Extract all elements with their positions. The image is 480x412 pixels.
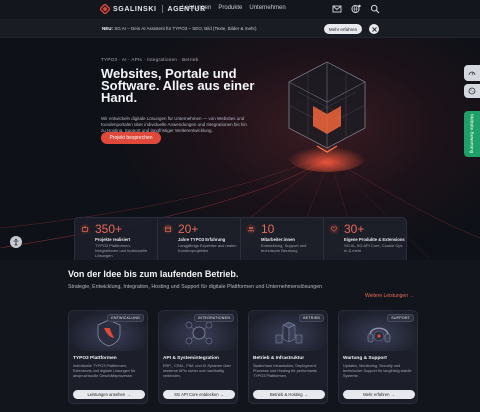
service-card-api[interactable]: INTEGRATIONEN API & Systemintegration ER… xyxy=(158,310,238,404)
stat-description: Langjährige Expertise aus realen Kundenp… xyxy=(178,243,237,253)
service-card-infrastructure[interactable]: BETRIEB Betrieb & Infrastruktur Skalierb… xyxy=(248,310,328,404)
card-description: Updates, Monitoring, Security und techni… xyxy=(343,364,412,378)
card-title: Wartung & Support xyxy=(343,356,387,361)
stat-experience: 20+ Jahre TYPO3 Erfahrung Langjährige Ex… xyxy=(158,218,241,260)
site-header: SGALINSKI AGENTUR Leistungen Produkte Un… xyxy=(0,0,480,20)
card-button[interactable]: Betrieb & Hosting → xyxy=(253,390,325,399)
stat-description: TYPO3 Plattformen, Integrationen und ind… xyxy=(95,243,148,258)
main-nav: Leistungen Produkte Unternehmen xyxy=(182,5,286,11)
stat-label: Jahre TYPO3 Erfahrung xyxy=(178,237,226,242)
card-tag: INTEGRATIONEN xyxy=(194,314,234,322)
hero-cube-illustration xyxy=(287,61,367,172)
announcement-bar: NEU: SG AI – Dein AI Assistent für TYPO3… xyxy=(0,20,480,38)
services-title: Von der Idee bis zum laufenden Betrieb. xyxy=(68,269,239,279)
language-globe-icon[interactable] xyxy=(351,4,361,14)
service-cards: ENTWICKLUNG TYPO3 Plattformen Individuel… xyxy=(68,310,418,404)
announcement-message: SG AI – Dein AI Assistent für TYPO3 – SE… xyxy=(114,26,257,31)
search-icon[interactable] xyxy=(370,4,380,14)
stat-team: 10 Mitarbeiter:innen Entwicklung, Suppor… xyxy=(241,218,324,260)
nav-item-produkte[interactable]: Produkte xyxy=(218,5,242,11)
stat-number: 10 xyxy=(261,222,275,236)
announcement-lead: NEU: xyxy=(102,26,113,31)
logo-name: SGALINSKI xyxy=(113,5,157,13)
logo-divider xyxy=(161,5,163,13)
card-title: Betrieb & Infrastruktur xyxy=(253,356,305,361)
stat-projects: 350+ Projekte realisiert TYPO3 Plattform… xyxy=(75,218,158,260)
header-actions xyxy=(332,4,380,14)
card-description: Skalierbare Infrastruktur, Deployment-Pr… xyxy=(253,364,318,378)
stat-products: 30+ Eigene Produkte & Extensions SG AI, … xyxy=(324,218,406,260)
hero-title: Websites, Portale und Software. Alles au… xyxy=(101,66,255,105)
cookie-icon xyxy=(468,87,476,95)
stat-label: Projekte realisiert xyxy=(95,237,131,242)
website-rating-tab[interactable]: Website-Bewertung xyxy=(464,111,480,157)
announcement-more-button[interactable]: Mehr erfahren xyxy=(324,24,362,34)
more-services-link[interactable]: Weitere Leistungen → xyxy=(365,293,414,299)
hero-breadcrumb: TYPO3 · AI · APIs · Integrationen · Betr… xyxy=(101,57,199,62)
accessibility-icon xyxy=(13,238,19,246)
nav-item-unternehmen[interactable]: Unternehmen xyxy=(249,5,285,11)
announcement-text: NEU: SG AI – Dein AI Assistent für TYPO3… xyxy=(102,26,257,31)
card-tag: SUPPORT xyxy=(387,314,414,322)
service-card-typo3[interactable]: ENTWICKLUNG TYPO3 Plattformen Individuel… xyxy=(68,310,148,404)
logo-mark-icon xyxy=(100,4,110,14)
side-dashboard-button[interactable] xyxy=(464,65,480,81)
stat-number: 350+ xyxy=(95,222,123,236)
card-description: ERP-, CRM-, PIM- und KI-Systeme über mod… xyxy=(163,364,231,378)
project-discuss-button[interactable]: Projekt besprechen xyxy=(101,132,161,144)
card-button[interactable]: Mehr erfahren → xyxy=(343,390,415,399)
team-icon xyxy=(246,224,256,234)
card-tag: ENTWICKLUNG xyxy=(107,314,144,322)
accessibility-button[interactable] xyxy=(10,236,22,248)
card-button[interactable]: SG API Core entdecken → xyxy=(163,390,235,399)
calendar-icon xyxy=(163,224,173,234)
services-section: Von der Idee bis zum laufenden Betrieb. … xyxy=(0,260,480,412)
stat-number: 20+ xyxy=(178,222,199,236)
services-description: Strategie, Entwicklung, Integration, Hos… xyxy=(68,284,323,290)
website-rating-label: Website-Bewertung xyxy=(469,114,475,154)
hero-section: TYPO3 · AI · APIs · Integrationen · Betr… xyxy=(0,38,480,260)
stat-description: SG AI, SG API Core, Cookie Opt-In & mehr xyxy=(344,243,404,253)
stats-panel: 350+ Projekte realisiert TYPO3 Plattform… xyxy=(74,217,407,260)
card-description: Individuelle TYPO3 Plattformen, Extensio… xyxy=(73,364,136,378)
service-card-support[interactable]: SUPPORT Wartung & Support Updates, Monit… xyxy=(338,310,418,404)
projects-icon xyxy=(80,224,90,234)
card-button[interactable]: Leistungen ansehen → xyxy=(73,390,145,399)
side-cookie-button[interactable] xyxy=(464,84,480,98)
mail-icon[interactable] xyxy=(332,4,342,14)
nav-item-leistungen[interactable]: Leistungen xyxy=(182,5,211,11)
stat-description: Entwicklung, Support und technische Bera… xyxy=(261,243,307,253)
stat-label: Eigene Produkte & Extensions xyxy=(344,237,405,242)
card-title: TYPO3 Plattformen xyxy=(73,356,117,361)
card-title: API & Systemintegration xyxy=(163,356,219,361)
announcement-close-button[interactable] xyxy=(369,24,379,34)
close-icon xyxy=(371,26,377,32)
stat-number: 30+ xyxy=(344,222,365,236)
heart-icon xyxy=(329,224,339,234)
card-tag: BETRIEB xyxy=(299,314,324,322)
gauge-icon xyxy=(468,71,476,76)
stat-label: Mitarbeiter:innen xyxy=(261,237,295,242)
